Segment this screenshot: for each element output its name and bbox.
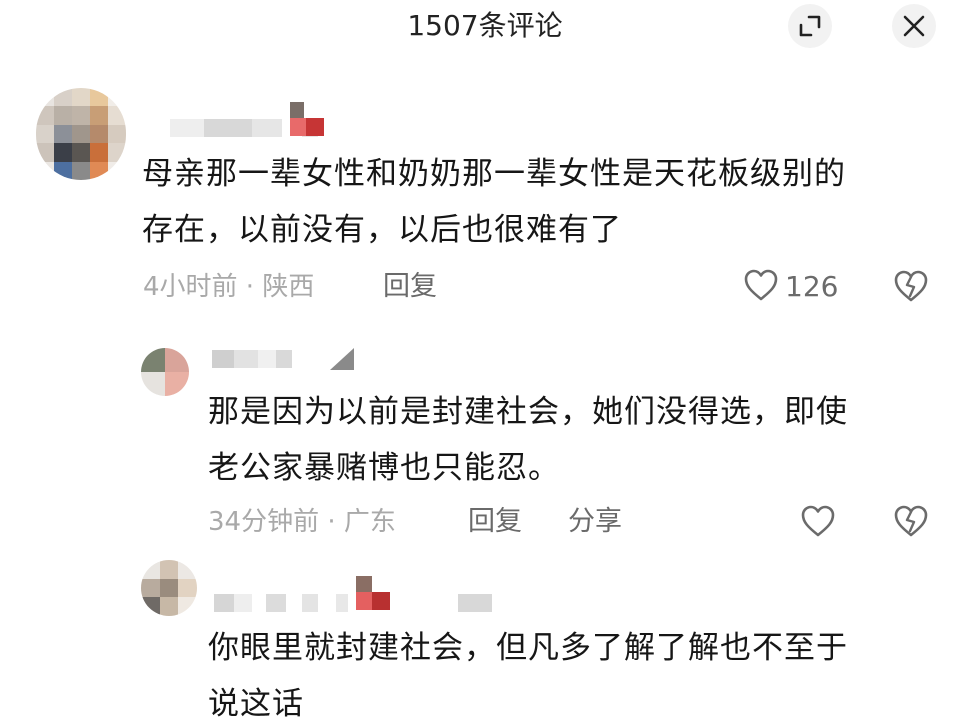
- user-badge: [356, 576, 390, 612]
- comment-meta: 4小时前 · 陕西: [143, 272, 315, 302]
- dislike-button[interactable]: [892, 268, 930, 308]
- share-button[interactable]: 分享: [568, 505, 622, 539]
- user-badge: [290, 102, 324, 136]
- reply-button[interactable]: 回复: [468, 505, 522, 539]
- like-count: 126: [785, 270, 839, 303]
- dislike-button[interactable]: [892, 503, 930, 543]
- expand-icon: [797, 13, 823, 39]
- user-badge: [330, 348, 354, 370]
- close-button[interactable]: [892, 4, 936, 48]
- broken-heart-icon: [892, 268, 930, 308]
- like-button[interactable]: 126: [743, 268, 838, 306]
- broken-heart-icon: [892, 503, 930, 543]
- username-redacted[interactable]: [214, 594, 348, 612]
- reply-button[interactable]: 回复: [383, 270, 437, 304]
- comment-meta: 34分钟前 · 广东: [208, 507, 396, 537]
- heart-icon: [743, 268, 779, 306]
- avatar[interactable]: [141, 348, 189, 396]
- avatar[interactable]: [141, 560, 197, 616]
- comment-text-line: 老公家暴赌博也只能忍。: [208, 450, 560, 486]
- heart-icon: [800, 504, 836, 542]
- comment-text-line: 你眼里就封建社会，但凡多了解了解也不至于: [208, 630, 848, 666]
- expand-button[interactable]: [788, 4, 832, 48]
- like-button[interactable]: [800, 504, 836, 542]
- avatar[interactable]: [36, 88, 126, 180]
- comment-text-line: 存在，以前没有，以后也很难有了: [142, 212, 622, 248]
- username-redacted[interactable]: [212, 350, 292, 368]
- comment-text-line: 那是因为以前是封建社会，她们没得选，即使: [208, 394, 848, 430]
- comment-text-line: 母亲那一辈女性和奶奶那一辈女性是天花板级别的: [142, 156, 846, 192]
- user-badge: [458, 594, 492, 612]
- comments-header: 1507条评论: [0, 0, 970, 60]
- comment-text-line: 说这话: [208, 686, 304, 722]
- close-icon: [901, 13, 927, 39]
